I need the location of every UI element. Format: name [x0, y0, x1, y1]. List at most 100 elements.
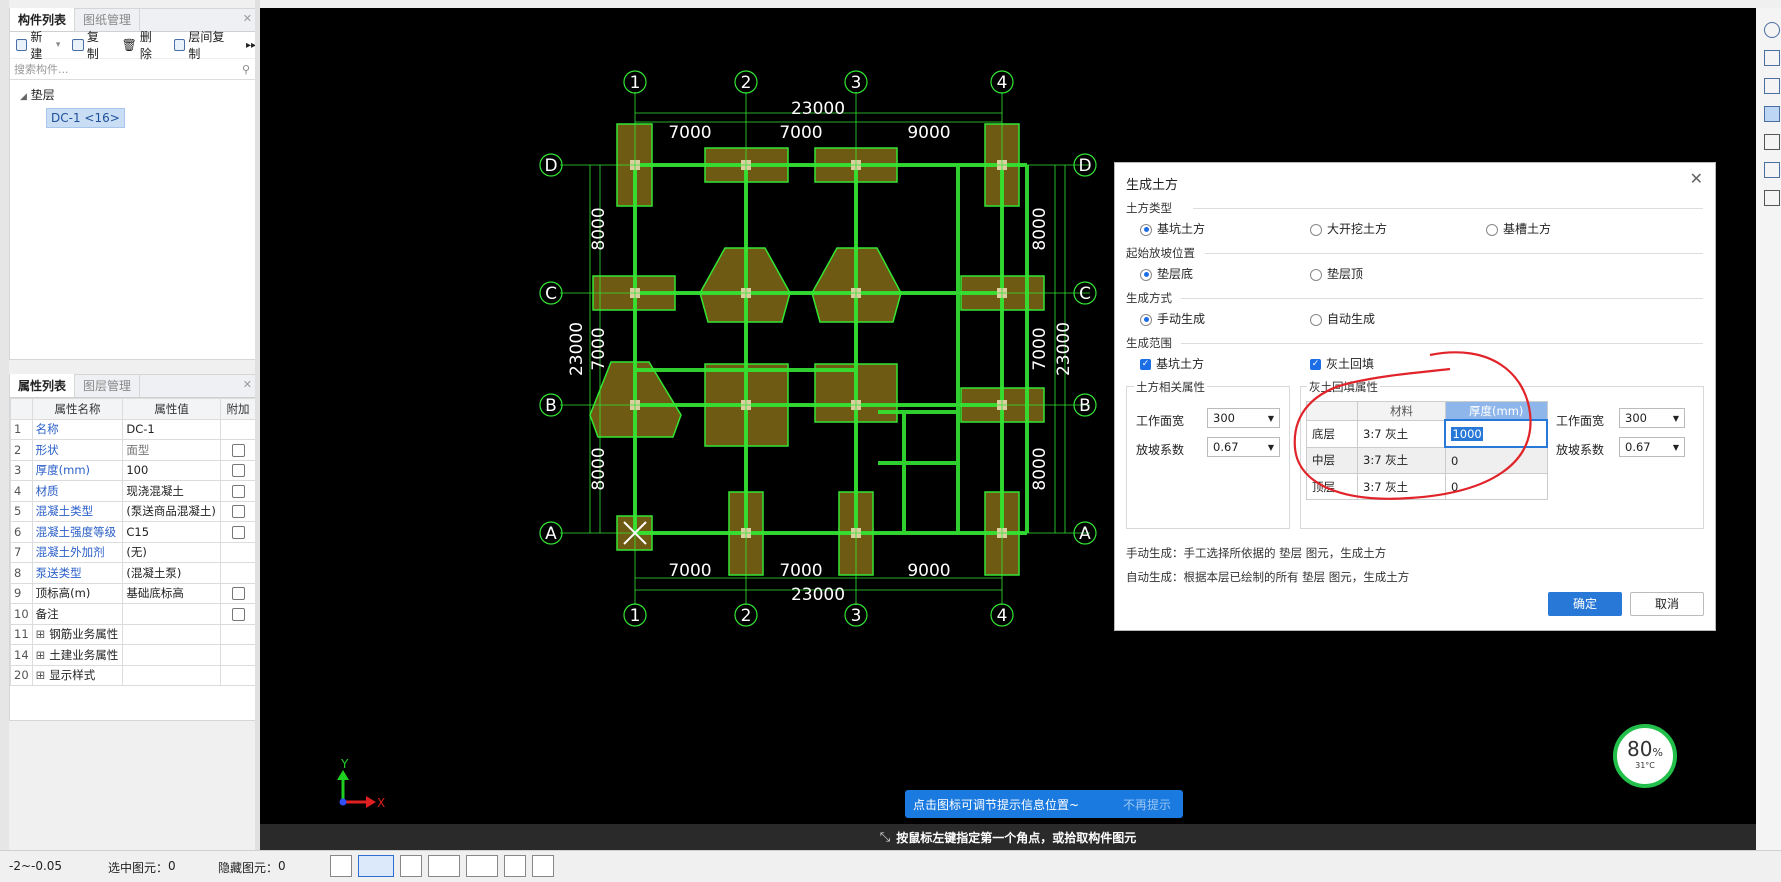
- ucs-y-label: Y: [340, 757, 349, 771]
- property-row[interactable]: 20 ⊞ 显示样式: [10, 664, 256, 686]
- addition-checkbox[interactable]: [231, 464, 245, 478]
- property-row[interactable]: 5 混凝土类型 (泵送商品混凝土): [10, 500, 256, 522]
- property-row[interactable]: 9 顶标高(m) 基础底标高: [10, 582, 256, 604]
- performance-gauge[interactable]: 80% 31°C: [1613, 724, 1677, 788]
- radio-open-excavation[interactable]: 大开挖土方: [1310, 220, 1387, 237]
- property-row[interactable]: 4 材质 现浇混凝土: [10, 480, 256, 502]
- addition-checkbox[interactable]: [231, 443, 245, 457]
- property-value[interactable]: C15: [122, 521, 221, 543]
- tree-group-cushion[interactable]: ◢ 垫层: [20, 86, 256, 104]
- ok-button[interactable]: 确定: [1548, 592, 1622, 616]
- property-row[interactable]: 2 形状 面型: [10, 439, 256, 461]
- header-property-name: 属性名称: [31, 398, 124, 420]
- expand-icon[interactable]: ⊞: [36, 648, 46, 662]
- backfill-slope-select[interactable]: 0.67 ▼: [1619, 437, 1685, 457]
- property-value[interactable]: [122, 623, 221, 645]
- property-value[interactable]: 现浇混凝土: [122, 480, 221, 502]
- property-value[interactable]: 面型: [122, 439, 221, 461]
- property-row[interactable]: 1 名称 DC-1: [10, 418, 256, 440]
- property-value[interactable]: [122, 664, 221, 686]
- property-value[interactable]: (无): [122, 541, 221, 563]
- addition-checkbox[interactable]: [231, 505, 245, 519]
- elevation-range: -2~-0.05: [9, 859, 63, 873]
- radio-auto-generate[interactable]: 自动生成: [1310, 310, 1375, 327]
- property-value[interactable]: 100: [122, 459, 221, 481]
- search-icon[interactable]: ⚲: [242, 63, 250, 76]
- gauge-temp: 31°C: [1635, 761, 1655, 770]
- orthogonal-icon[interactable]: [330, 855, 352, 877]
- slope-select[interactable]: 0.67 ▼: [1207, 437, 1280, 457]
- layer-icon[interactable]: [1764, 162, 1780, 178]
- arc-icon[interactable]: [532, 855, 554, 877]
- cancel-button[interactable]: 取消: [1630, 592, 1704, 616]
- addition-checkbox[interactable]: [231, 587, 245, 601]
- property-row[interactable]: 7 混凝土外加剂 (无): [10, 541, 256, 563]
- tree-item-dc1[interactable]: DC-1 <16>: [46, 108, 125, 128]
- addition-checkbox[interactable]: [231, 525, 245, 539]
- dim-left-span-2: 7000: [589, 327, 609, 370]
- copy-button[interactable]: 复制: [72, 28, 109, 62]
- radio-trench-earthwork[interactable]: 基槽土方: [1486, 220, 1551, 237]
- backfill-work-width-label: 工作面宽: [1556, 414, 1605, 428]
- search-input[interactable]: 搜索构件...: [14, 61, 69, 77]
- new-button[interactable]: 新建 ▾: [16, 28, 60, 62]
- property-value[interactable]: 基础底标高: [122, 582, 221, 604]
- layer-copy-button[interactable]: 层间复制: [173, 28, 234, 62]
- component-toolbar: 新建 ▾ 复制 🗑 删除 层间复制 ▸▸: [10, 30, 256, 61]
- layer-copy-icon: [173, 39, 186, 51]
- select-icon[interactable]: [1764, 106, 1780, 122]
- property-row[interactable]: 3 厚度(mm) 100: [10, 459, 256, 481]
- header-property-value: 属性值: [122, 398, 221, 420]
- addition-checkbox[interactable]: [231, 607, 245, 621]
- property-value[interactable]: (混凝土泵): [122, 562, 221, 584]
- command-hint: 按鼠标左键指定第一个角点，或拾取构件图元: [896, 830, 1137, 845]
- dialog-title: 生成土方: [1126, 178, 1179, 193]
- dimension-icon[interactable]: [466, 855, 498, 877]
- backfill-work-width-select[interactable]: 300 ▼: [1619, 408, 1685, 428]
- window-icon[interactable]: [1764, 78, 1780, 94]
- radio-pit-earthwork[interactable]: 基坑土方: [1140, 220, 1205, 237]
- property-value[interactable]: DC-1: [122, 418, 221, 440]
- property-value[interactable]: [122, 644, 221, 666]
- axis-2-top: 2: [741, 73, 752, 93]
- dismiss-tip-link[interactable]: 不再提示: [1123, 796, 1171, 813]
- dim-top-span-3: 9000: [907, 123, 950, 143]
- delete-button[interactable]: 🗑 删除: [122, 28, 162, 62]
- slope-label: 放坡系数: [1136, 443, 1185, 457]
- property-value[interactable]: [122, 603, 221, 625]
- property-row[interactable]: 6 混凝土强度等级 C15: [10, 521, 256, 543]
- collapse-icon[interactable]: ◢: [20, 92, 27, 102]
- radio-cushion-top[interactable]: 垫层顶: [1310, 265, 1363, 282]
- list-icon[interactable]: [1764, 190, 1780, 206]
- component-tree: ◢ 垫层 DC-1 <16>: [10, 80, 256, 128]
- box-icon[interactable]: [1764, 134, 1780, 150]
- cross-select-icon[interactable]: [400, 855, 422, 877]
- checkbox-pit-earthwork[interactable]: ✓ 基坑土方: [1140, 355, 1204, 372]
- radio-cushion-bottom[interactable]: 垫层底: [1140, 265, 1193, 282]
- radio-manual-generate[interactable]: 手动生成: [1140, 310, 1205, 327]
- addition-checkbox[interactable]: [231, 484, 245, 498]
- angle-icon[interactable]: [428, 855, 460, 877]
- radio-selected-icon: [1140, 223, 1152, 236]
- view-cube-icon[interactable]: [1764, 22, 1780, 38]
- work-width-select[interactable]: 300 ▼: [1207, 408, 1280, 428]
- 3d-view-icon[interactable]: [1764, 50, 1780, 66]
- expand-icon[interactable]: ⊞: [36, 668, 46, 682]
- axis-a-left: A: [545, 524, 557, 544]
- axis-1-bottom: 1: [630, 606, 641, 626]
- close-icon[interactable]: ✕: [1690, 169, 1703, 188]
- property-row[interactable]: 14 ⊞ 土建业务属性: [10, 644, 256, 666]
- property-row[interactable]: 10 备注: [10, 603, 256, 625]
- component-search[interactable]: 搜索构件... ⚲: [10, 59, 256, 80]
- expand-icon[interactable]: ⊞: [36, 627, 46, 641]
- dim-left-span-3: 8000: [589, 447, 609, 490]
- component-list-panel: 构件列表 图纸管理 ✕ 新建 ▾ 复制 🗑 删除 层间复制 ▸▸ 搜索构件... ⚲…: [9, 8, 257, 360]
- shrink-icon[interactable]: ⤡: [880, 830, 890, 845]
- property-row[interactable]: 11 ⊞ 钢筋业务属性: [10, 623, 256, 645]
- snap-icon[interactable]: [504, 855, 526, 877]
- property-value[interactable]: (泵送商品混凝土): [122, 500, 221, 522]
- rectangle-select-icon[interactable]: [358, 855, 394, 877]
- tab-property-list[interactable]: 属性列表: [10, 374, 76, 397]
- tab-layer-management[interactable]: 图层管理: [75, 374, 141, 397]
- property-row[interactable]: 8 泵送类型 (混凝土泵): [10, 562, 256, 584]
